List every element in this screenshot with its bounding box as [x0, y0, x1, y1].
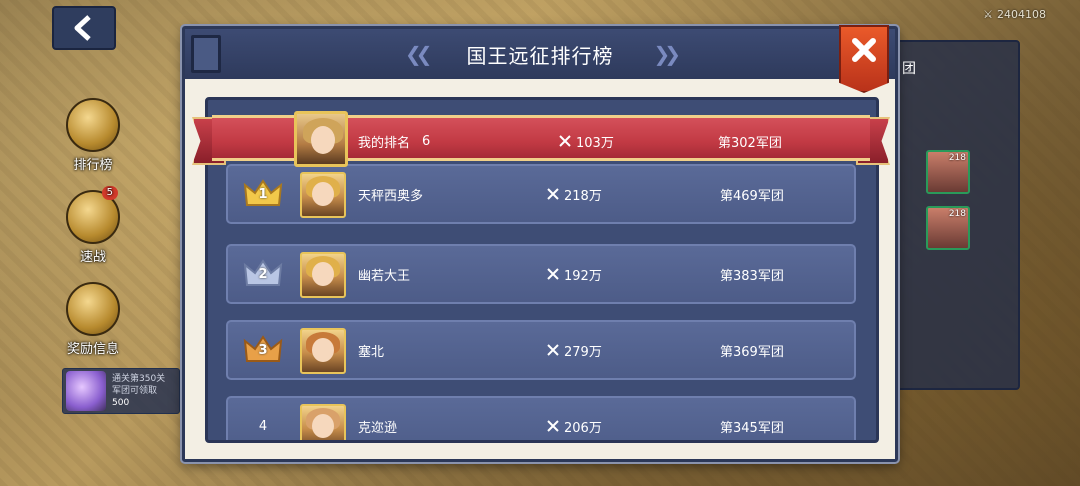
bronze-crown-icon: 3: [243, 333, 283, 367]
ranking-row[interactable]: 2 幽若大王 192万 第383军团: [226, 244, 856, 304]
legion-reward-preview[interactable]: 通关第350关 军团可领取 500: [62, 368, 180, 414]
chest-icon: [66, 282, 120, 336]
rank-number: 1: [258, 187, 268, 202]
player-legion: 第383军团: [720, 268, 784, 284]
reward-info-button[interactable]: 奖励信息: [62, 282, 124, 357]
reward-text-line1: 通关第350关: [112, 374, 166, 384]
leaderboard-modal: ❮❮ 国王远征排行榜 ❯❯ 1 天秤西奥多 218万 第469军团 2 幽若大王…: [182, 25, 898, 462]
panel-partial-text: 团: [902, 61, 916, 77]
player-avatar: [300, 328, 346, 374]
hero-level: 218: [948, 209, 966, 219]
chevron-left-icon: ❮❮: [404, 42, 432, 66]
my-avatar: [294, 111, 348, 167]
crossed-swords-icon: [547, 188, 559, 200]
reward-text-line2: 军团可领取: [112, 386, 158, 396]
crossed-swords-icon: [559, 135, 571, 147]
quick-battle-button[interactable]: 5 速战: [62, 186, 124, 265]
back-button[interactable]: [52, 6, 116, 50]
my-rank-ribbon: 我的排名 6 103万 第302军团: [192, 111, 890, 167]
my-power: 103万: [558, 118, 614, 164]
notification-badge: 5: [101, 186, 118, 200]
ranking-row[interactable]: 4 克迩逊 206万 第345军团: [226, 396, 856, 440]
leaderboard-label: 排行榜: [73, 158, 113, 173]
player-power: 218万: [546, 166, 602, 222]
reward-text: 通关第350关 军团可领取 500: [112, 373, 165, 409]
player-name: 天秤西奥多: [358, 188, 424, 204]
player-legion: 第469军团: [720, 188, 784, 204]
player-avatar: [300, 172, 346, 218]
rank-cell: 2: [228, 246, 298, 302]
ranking-row[interactable]: 3 塞北 279万 第369军团: [226, 320, 856, 380]
my-legion: 第302军团: [718, 135, 782, 151]
rank-cell: 3: [228, 322, 298, 378]
player-power: 279万: [546, 322, 602, 378]
reward-amount: 500: [112, 398, 130, 408]
chevron-right-icon: ❯❯: [653, 42, 681, 66]
player-name: 幽若大王: [358, 268, 411, 284]
rank-number: 2: [258, 267, 268, 282]
close-icon: [852, 38, 876, 62]
my-rank-label: 我的排名 6: [358, 118, 430, 164]
leaderboard-button[interactable]: 排行榜: [62, 98, 124, 173]
header-ornament: [191, 35, 221, 73]
power-value: 206万: [564, 420, 602, 436]
rank-number-cell: 4: [258, 418, 268, 434]
player-power: 192万: [546, 246, 602, 302]
modal-title: 国王远征排行榜: [466, 43, 614, 68]
player-avatar: [300, 404, 346, 440]
power-value: 218万: [564, 188, 602, 204]
gem-icon: [66, 371, 106, 411]
power-value: 2404108: [997, 8, 1046, 21]
ranking-row[interactable]: 1 天秤西奥多 218万 第469军团: [226, 164, 856, 224]
rank-number: 3: [258, 343, 268, 358]
player-power: 206万: [546, 398, 602, 440]
crossed-swords-icon: ⚔: [983, 8, 993, 21]
player-legion: 第345军团: [720, 420, 784, 436]
player-legion: 第369军团: [720, 344, 784, 360]
my-power-value: 103万: [576, 135, 614, 151]
player-name: 塞北: [358, 344, 385, 360]
my-rank-text: 我的排名: [358, 135, 411, 151]
crossed-swords-icon: [547, 344, 559, 356]
hero-level: 218: [948, 153, 966, 163]
close-button[interactable]: [839, 25, 889, 93]
quick-battle-label: 速战: [79, 250, 106, 265]
silver-crown-icon: 2: [243, 257, 283, 291]
back-arrow-icon: [74, 15, 91, 41]
player-name: 克迩逊: [358, 420, 398, 436]
my-rank-number: 6: [422, 133, 431, 149]
crossed-swords-icon: [547, 420, 559, 432]
modal-header: ❮❮ 国王远征排行榜 ❯❯: [185, 29, 895, 79]
gold-crown-icon: 1: [243, 177, 283, 211]
leaderboard-icon: [66, 98, 120, 152]
hero-slot[interactable]: 218: [926, 206, 970, 250]
rank-cell: 1: [228, 166, 298, 222]
power-readout: ⚔ 2404108: [983, 8, 1046, 21]
power-value: 279万: [564, 344, 602, 360]
reward-info-label: 奖励信息: [66, 342, 119, 357]
player-avatar: [300, 252, 346, 298]
power-value: 192万: [564, 268, 602, 284]
hero-slot[interactable]: 218: [926, 150, 970, 194]
crossed-swords-icon: [547, 268, 559, 280]
background-panel: 团 218 218: [880, 40, 1020, 390]
